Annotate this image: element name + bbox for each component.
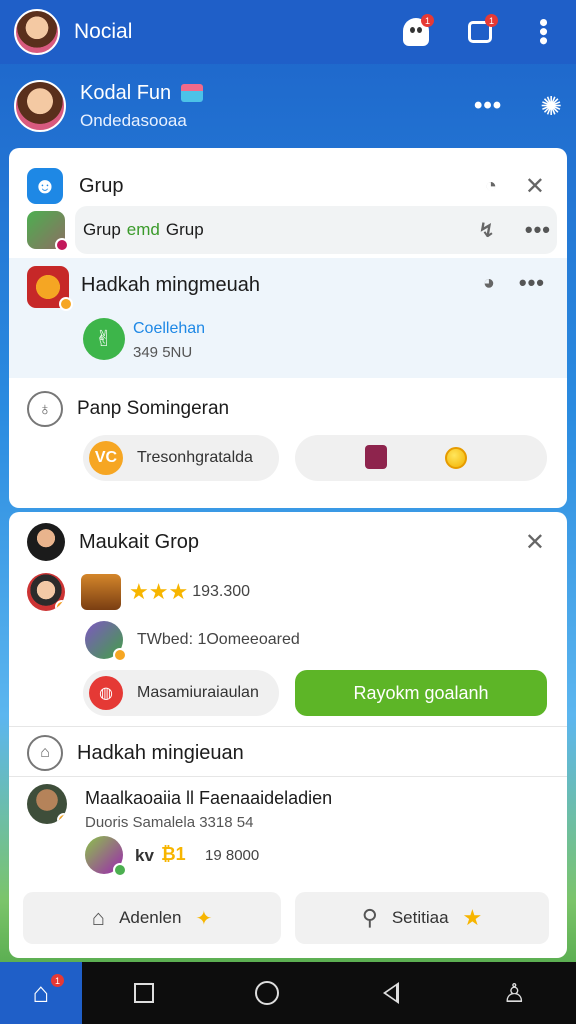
notification-badge: 1 bbox=[421, 14, 434, 27]
card-title: Grup bbox=[79, 174, 124, 197]
card-title: Maukait Grop bbox=[79, 530, 200, 553]
player-avatar[interactable] bbox=[27, 573, 65, 611]
group-avatar[interactable] bbox=[27, 523, 65, 561]
badge-icon bbox=[57, 813, 67, 824]
badge-icon bbox=[59, 297, 73, 311]
recents-button[interactable] bbox=[82, 983, 206, 1003]
member-count: 349 5NU bbox=[133, 344, 193, 361]
leaf-icon: ✌ bbox=[83, 318, 125, 360]
item-description: TWbed: 1Oomeeoared bbox=[137, 631, 300, 648]
group-logo-icon: ☻ bbox=[27, 168, 63, 204]
circle-home-icon bbox=[255, 981, 280, 1005]
divider bbox=[9, 776, 567, 777]
badge-icon bbox=[55, 238, 69, 252]
section-title: Panp Somingeran bbox=[77, 398, 230, 419]
featured-item[interactable]: Hadkah mingmeuah ◕ ••• ✌ Coellehan 349 5… bbox=[9, 258, 567, 378]
store-icon: ⌂ bbox=[27, 735, 63, 771]
bottom-navigation: ⌂ 1 ♙ bbox=[0, 962, 576, 1024]
item-title: Hadkah mingmeuah bbox=[81, 274, 260, 296]
settings-button[interactable]: ⚲ Setitiaa ★ bbox=[295, 892, 549, 944]
media-icon: ◍ bbox=[89, 676, 123, 710]
profile-subtitle: Ondedasooaa bbox=[80, 110, 187, 130]
score-value: 193.300 bbox=[192, 583, 251, 600]
home-badge: 1 bbox=[51, 974, 64, 987]
pill-label: Tresonhgratalda bbox=[137, 449, 253, 466]
gift-box-icon bbox=[365, 445, 387, 469]
home-icon: ⌂ bbox=[32, 977, 50, 1008]
bag-icon: ♁ bbox=[27, 391, 63, 427]
item-text-b: emd bbox=[126, 220, 160, 239]
item-text-c: Grup bbox=[165, 220, 204, 239]
person-icon: ♙ bbox=[502, 977, 526, 1008]
multiplier-label: ₿1 bbox=[161, 844, 186, 864]
sparkle-icon: ✦ bbox=[195, 907, 213, 930]
back-button[interactable] bbox=[329, 982, 453, 1004]
more-dots-icon[interactable]: ••• bbox=[525, 217, 551, 243]
profile-nav-button[interactable]: ♙ bbox=[453, 978, 576, 1009]
coin-icon bbox=[445, 447, 467, 469]
recents-icon bbox=[133, 983, 154, 1003]
group-chat-item[interactable]: Grup emd Grup ↯ ••• bbox=[75, 206, 557, 254]
chat-bubble-icon[interactable]: ◔ bbox=[485, 175, 497, 198]
badge-icon bbox=[113, 648, 127, 662]
home-outline-icon: ⌂ bbox=[91, 905, 106, 930]
activity-entry[interactable]: Maalkaoaiia ll Faenaaideladien Duoris Sa… bbox=[9, 780, 567, 888]
admin-button[interactable]: ⌂ Adenlen ✦ bbox=[23, 892, 281, 944]
primary-action-button[interactable]: Rayokm goalanh bbox=[295, 670, 547, 716]
close-icon[interactable]: ✕ bbox=[525, 172, 545, 201]
back-icon bbox=[382, 982, 399, 1004]
vc-icon: VC bbox=[89, 441, 123, 475]
more-options-icon[interactable]: ••• bbox=[474, 92, 502, 120]
group-card: ☻ Grup ◔ ✕ Grup emd Grup ↯ ••• Hadkah mi… bbox=[9, 148, 567, 508]
market-group-card: Maukait Grop ✕ ★ ★ ★ 193.300 TWbed: 1Oom… bbox=[9, 512, 567, 958]
star-icon: ★ bbox=[462, 905, 483, 930]
item-text-a: Grup bbox=[83, 220, 121, 239]
button-label: Setitiaa bbox=[391, 908, 449, 927]
amount-value: 19 8000 bbox=[205, 847, 260, 864]
game-thumbnail[interactable] bbox=[27, 211, 69, 252]
profile-avatar[interactable] bbox=[14, 80, 66, 132]
star-icon: ★ bbox=[129, 579, 149, 604]
divider bbox=[9, 726, 567, 727]
character-icon bbox=[85, 836, 127, 877]
top-bar: Nocial 1 1 ••• bbox=[0, 0, 576, 64]
messages-badge: 1 bbox=[485, 14, 498, 27]
app-title: Nocial bbox=[74, 20, 133, 43]
home-system-button[interactable] bbox=[206, 981, 330, 1005]
gift-icon[interactable] bbox=[181, 84, 204, 102]
star-icon: ★ bbox=[168, 579, 189, 604]
user-avatar[interactable] bbox=[14, 9, 60, 55]
star-icon: ★ bbox=[148, 579, 169, 604]
more-dots-icon[interactable]: ••• bbox=[519, 270, 545, 296]
home-tab[interactable]: ⌂ 1 bbox=[0, 962, 82, 1024]
kv-label: kv bbox=[135, 846, 154, 865]
button-label: Adenlen bbox=[119, 908, 182, 927]
overflow-menu-button[interactable]: ••• bbox=[526, 14, 562, 50]
profile-name: Kodal Fun bbox=[80, 81, 172, 104]
chat-bubble-icon[interactable]: ◕ bbox=[483, 272, 495, 295]
suggestion-pill[interactable]: VC Tresonhgratalda bbox=[83, 435, 279, 481]
section-title: Hadkah mingieuan bbox=[77, 741, 244, 764]
player-avatar bbox=[27, 784, 67, 824]
entry-title: Maalkaoaiia ll Faenaaideladien bbox=[85, 788, 333, 808]
settings-gear-icon[interactable]: ✺ bbox=[540, 91, 562, 122]
secondary-action-button[interactable]: ◍ Masamiuraiaulan bbox=[83, 670, 279, 716]
reply-icon[interactable]: ↯ bbox=[478, 218, 495, 243]
profile-header: Kodal Fun Ondedasooaa ••• ✺ bbox=[0, 64, 576, 148]
game-thumbnail bbox=[27, 266, 73, 311]
reward-pill[interactable] bbox=[295, 435, 547, 481]
collection-link[interactable]: Coellehan bbox=[133, 320, 205, 338]
search-icon: ⚲ bbox=[361, 905, 378, 930]
close-icon[interactable]: ✕ bbox=[525, 528, 545, 557]
kebab-icon: ••• bbox=[529, 18, 559, 46]
messages-button[interactable]: 1 bbox=[462, 14, 498, 50]
button-label: Masamiuraiaulan bbox=[137, 684, 259, 701]
item-icon bbox=[85, 621, 127, 662]
treasure-chest-icon bbox=[81, 574, 121, 610]
badge-icon bbox=[113, 863, 127, 877]
badge-icon bbox=[55, 600, 65, 611]
entry-subtitle: Duoris Samalela 3318 54 bbox=[85, 814, 254, 831]
notification-button[interactable]: 1 bbox=[398, 14, 434, 50]
